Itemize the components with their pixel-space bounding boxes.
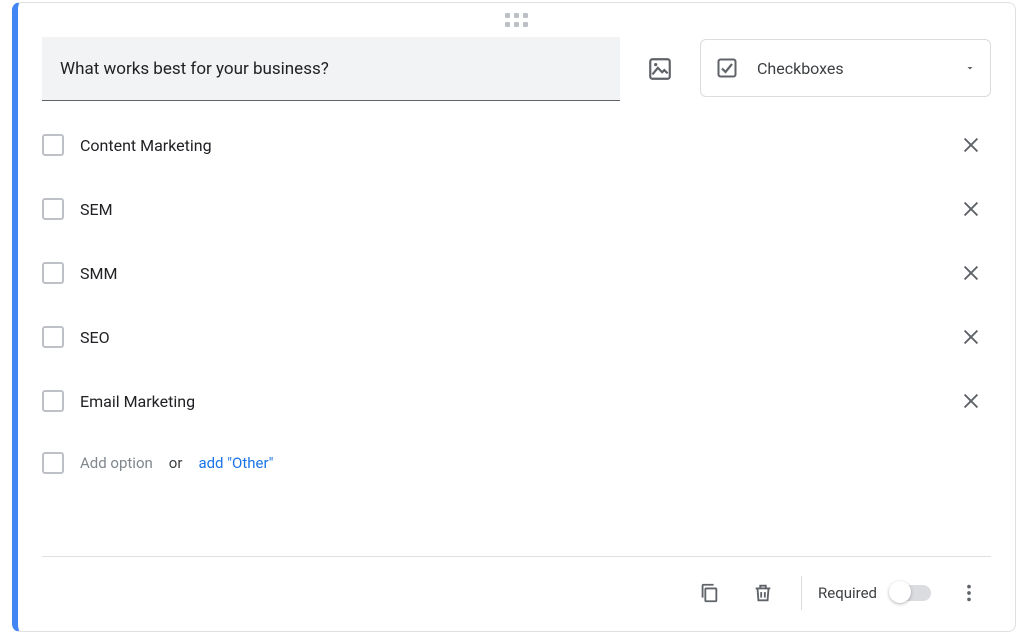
delete-button[interactable] — [741, 571, 785, 615]
trash-icon — [752, 582, 774, 604]
option-row: SEO — [42, 311, 991, 363]
drag-handle-icon[interactable] — [505, 13, 529, 28]
remove-option-button[interactable] — [951, 317, 991, 357]
close-icon — [960, 390, 982, 412]
close-icon — [960, 134, 982, 156]
more-options-button[interactable] — [947, 571, 991, 615]
remove-option-button[interactable] — [951, 189, 991, 229]
more-vert-icon — [958, 582, 980, 604]
option-row: Email Marketing — [42, 375, 991, 427]
add-other-link[interactable]: add "Other" — [198, 454, 273, 472]
close-icon — [960, 198, 982, 220]
option-row: SMM — [42, 247, 991, 299]
checkbox-icon — [42, 262, 64, 284]
toggle-knob — [889, 581, 911, 603]
option-label-input[interactable]: Email Marketing — [80, 392, 935, 411]
option-row: Content Marketing — [42, 119, 991, 171]
option-label-input[interactable]: SMM — [80, 264, 935, 283]
caret-down-icon — [964, 62, 976, 74]
checkbox-icon — [42, 390, 64, 412]
image-icon — [647, 56, 673, 82]
duplicate-button[interactable] — [687, 571, 731, 615]
remove-option-button[interactable] — [951, 125, 991, 165]
copy-icon — [698, 582, 720, 604]
checkbox-icon — [42, 198, 64, 220]
options-list: Content Marketing SEM SMM SEO — [18, 101, 1015, 483]
required-label: Required — [818, 584, 877, 602]
question-title-input[interactable] — [58, 58, 604, 80]
question-type-selector[interactable]: Checkboxes — [700, 39, 991, 97]
checkbox-type-icon — [715, 56, 739, 80]
question-title-field[interactable] — [42, 37, 620, 101]
footer-divider — [801, 576, 802, 610]
checkbox-icon — [42, 326, 64, 348]
close-icon — [960, 262, 982, 284]
option-row: SEM — [42, 183, 991, 235]
question-type-label: Checkboxes — [757, 59, 946, 78]
add-image-button[interactable] — [638, 47, 682, 91]
checkbox-icon — [42, 452, 64, 474]
option-label-input[interactable]: Content Marketing — [80, 136, 935, 155]
or-text: or — [169, 454, 183, 472]
add-option-input[interactable]: Add option — [80, 454, 153, 472]
close-icon — [960, 326, 982, 348]
remove-option-button[interactable] — [951, 253, 991, 293]
add-option-row: Add option or add "Other" — [42, 443, 991, 483]
checkbox-icon — [42, 134, 64, 156]
option-label-input[interactable]: SEM — [80, 200, 935, 219]
question-footer: Required — [42, 556, 991, 615]
required-toggle[interactable] — [891, 585, 931, 601]
remove-option-button[interactable] — [951, 381, 991, 421]
question-card: Checkboxes Content Marketing SEM SMM — [12, 2, 1016, 632]
option-label-input[interactable]: SEO — [80, 328, 935, 347]
